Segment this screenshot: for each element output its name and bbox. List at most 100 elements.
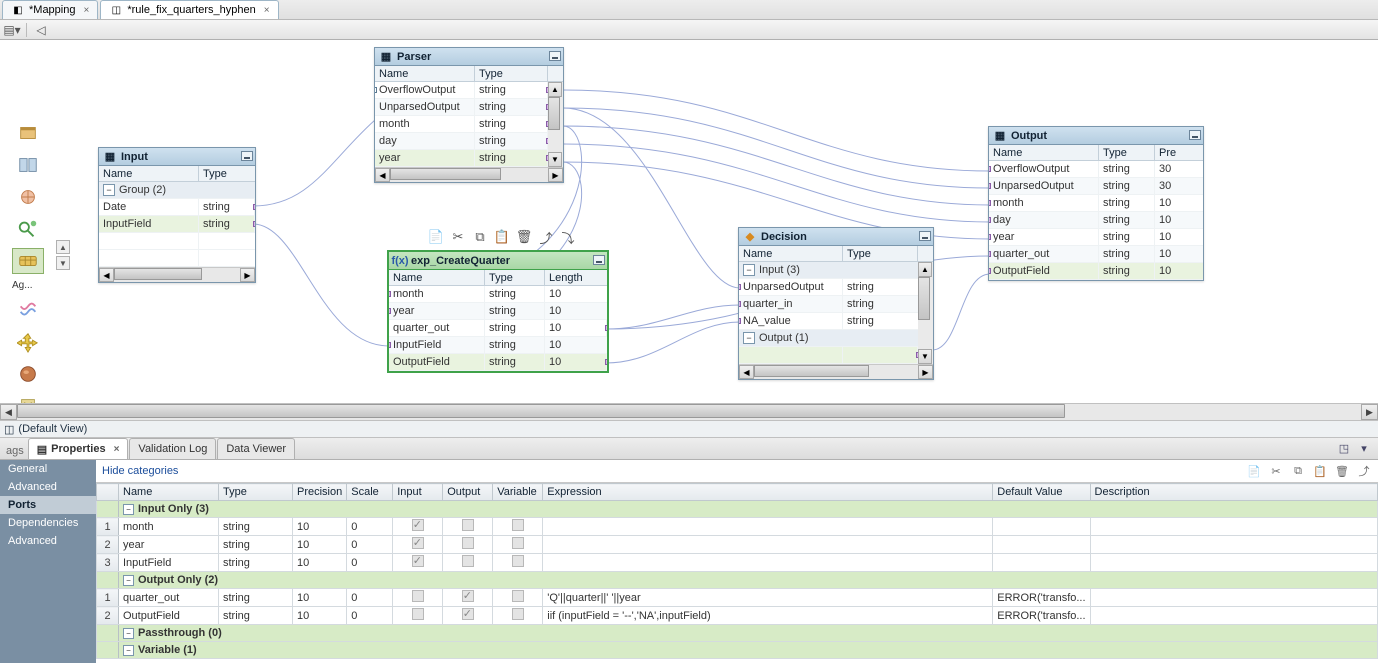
cell-default[interactable]: ERROR('transfo... (993, 607, 1090, 625)
grid-row[interactable]: 1 month string 10 0 (97, 518, 1378, 536)
view-icon[interactable]: ◫ (4, 423, 14, 436)
col-description[interactable]: Description (1090, 484, 1377, 501)
col-type[interactable]: Type (219, 484, 293, 501)
port-row[interactable]: OverflowOutputstring30 (989, 161, 1203, 178)
port-row[interactable]: monthstring10 (989, 195, 1203, 212)
canvas-hscroll[interactable]: ◀ ▶ (0, 403, 1378, 420)
export-icon[interactable]: ⤴ (1356, 463, 1372, 479)
port-row[interactable]: daystring (375, 133, 548, 150)
import-icon[interactable]: ⤵ (559, 228, 577, 246)
collapse-icon[interactable]: − (743, 264, 755, 276)
close-icon[interactable]: × (83, 5, 89, 16)
node-hscroll[interactable]: ◀ ▶ (99, 267, 255, 282)
port-row[interactable]: yearstring10 (389, 303, 607, 320)
cell-description[interactable] (1090, 518, 1377, 536)
node-parser[interactable]: ▦ Parser Name Type OverflowOutputstring … (374, 47, 564, 183)
grid-group-row[interactable]: −Variable (1) (97, 642, 1378, 659)
copy-icon[interactable]: ⧉ (1290, 463, 1306, 479)
delete-icon[interactable]: 🗑 (515, 228, 533, 246)
file-tab-rule[interactable]: ◫ *rule_fix_quarters_hyphen × (100, 0, 278, 19)
paste-icon[interactable]: 📋 (1312, 463, 1328, 479)
cell-type[interactable]: string (219, 518, 293, 536)
scroll-left-icon[interactable]: ◀ (99, 268, 114, 282)
cell-type[interactable]: string (219, 554, 293, 572)
group-row[interactable]: −Group (2) (99, 182, 255, 199)
port-row[interactable] (739, 347, 918, 364)
truncated-tab-label[interactable]: ags (2, 443, 28, 459)
cell-scale[interactable]: 0 (347, 607, 393, 625)
port-row[interactable]: InputFieldstring10 (389, 337, 607, 354)
scroll-right-icon[interactable]: ▶ (1361, 404, 1378, 420)
sidebar-item-ports[interactable]: Ports (0, 496, 96, 514)
port-connector[interactable] (253, 221, 255, 227)
sidebar-item-advanced[interactable]: Advanced (0, 478, 96, 496)
scroll-up-icon[interactable]: ▲ (548, 82, 562, 97)
port-row[interactable]: monthstring10 (389, 286, 607, 303)
port-row[interactable]: quarter_instring (739, 296, 918, 313)
col-type[interactable]: Type (199, 166, 255, 181)
cell-description[interactable] (1090, 589, 1377, 607)
port-row[interactable]: OverflowOutputstring (375, 82, 548, 99)
export-icon[interactable]: ⤴ (537, 228, 555, 246)
node-title[interactable]: f(x) exp_CreateQuarter (389, 252, 607, 270)
minimize-icon[interactable] (919, 231, 931, 241)
collapse-icon[interactable]: − (123, 645, 134, 656)
scroll-track[interactable] (17, 404, 1361, 420)
col-precision[interactable]: Pre (1155, 145, 1203, 160)
col-precision[interactable]: Precision (293, 484, 347, 501)
palette-item-4[interactable] (12, 216, 44, 242)
cut-icon[interactable]: ✂ (1268, 463, 1284, 479)
cell-precision[interactable]: 10 (293, 589, 347, 607)
collapse-icon[interactable]: − (103, 184, 115, 196)
sidebar-item-dependencies[interactable]: Dependencies (0, 514, 96, 532)
cell-type[interactable]: string (219, 589, 293, 607)
cell-default[interactable]: ERROR('transfo... (993, 589, 1090, 607)
collapse-icon[interactable]: − (743, 332, 755, 344)
col-name[interactable]: Name (389, 270, 485, 285)
tab-properties[interactable]: ▤ Properties × (28, 438, 129, 459)
file-tab-mapping[interactable]: ◧ *Mapping × (2, 0, 98, 19)
col-name[interactable]: Name (375, 66, 475, 81)
collapse-icon[interactable]: − (123, 504, 134, 515)
cell-description[interactable] (1090, 536, 1377, 554)
palette-item-6[interactable] (12, 297, 44, 323)
scroll-left-icon[interactable]: ◀ (739, 365, 754, 379)
cell-default[interactable] (993, 536, 1090, 554)
down-icon[interactable]: ▼ (56, 256, 70, 270)
col-type[interactable]: Type (843, 246, 918, 261)
cell-name[interactable]: year (119, 536, 219, 554)
cell-scale[interactable]: 0 (347, 554, 393, 572)
scroll-thumb[interactable] (754, 365, 869, 377)
cell-default[interactable] (993, 554, 1090, 572)
new-icon[interactable]: 📄 (1246, 463, 1262, 479)
new-icon[interactable]: ▤▾ (4, 22, 20, 38)
cell-expression[interactable]: 'Q'||quarter||' '||year (543, 589, 993, 607)
cell-expression[interactable] (543, 518, 993, 536)
cut-icon[interactable]: ✂ (449, 228, 467, 246)
close-icon[interactable]: × (114, 444, 120, 455)
grid-row[interactable]: 2 year string 10 0 (97, 536, 1378, 554)
port-row[interactable]: Date string (99, 199, 255, 216)
copy-icon[interactable]: ⧉ (471, 228, 489, 246)
port-row[interactable]: quarter_outstring10 (389, 320, 607, 337)
ports-grid[interactable]: Name Type Precision Scale Input Output V… (96, 482, 1378, 663)
port-row[interactable]: quarter_outstring10 (989, 246, 1203, 263)
close-icon[interactable]: × (264, 5, 270, 16)
node-decision[interactable]: ◆ Decision Name Type −Input (3) Unparsed… (738, 227, 934, 380)
cell-precision[interactable]: 10 (293, 518, 347, 536)
node-hscroll[interactable]: ◀ ▶ (739, 364, 933, 379)
col-expression[interactable]: Expression (543, 484, 993, 501)
sidebar-item-advanced2[interactable]: Advanced (0, 532, 96, 550)
col-rownum[interactable] (97, 484, 119, 501)
minimize-icon[interactable] (593, 255, 605, 265)
up-icon[interactable]: ▲ (56, 240, 70, 254)
col-default[interactable]: Default Value (993, 484, 1090, 501)
port-row[interactable]: InputField string (99, 216, 255, 233)
node-title[interactable]: ▦ Input (99, 148, 255, 166)
external-icon[interactable]: ◳ (1336, 440, 1352, 456)
node-title[interactable]: ◆ Decision (739, 228, 933, 246)
hide-categories-link[interactable]: Hide categories (102, 465, 178, 477)
cell-type[interactable]: string (219, 536, 293, 554)
col-variable[interactable]: Variable (493, 484, 543, 501)
col-name[interactable]: Name (119, 484, 219, 501)
